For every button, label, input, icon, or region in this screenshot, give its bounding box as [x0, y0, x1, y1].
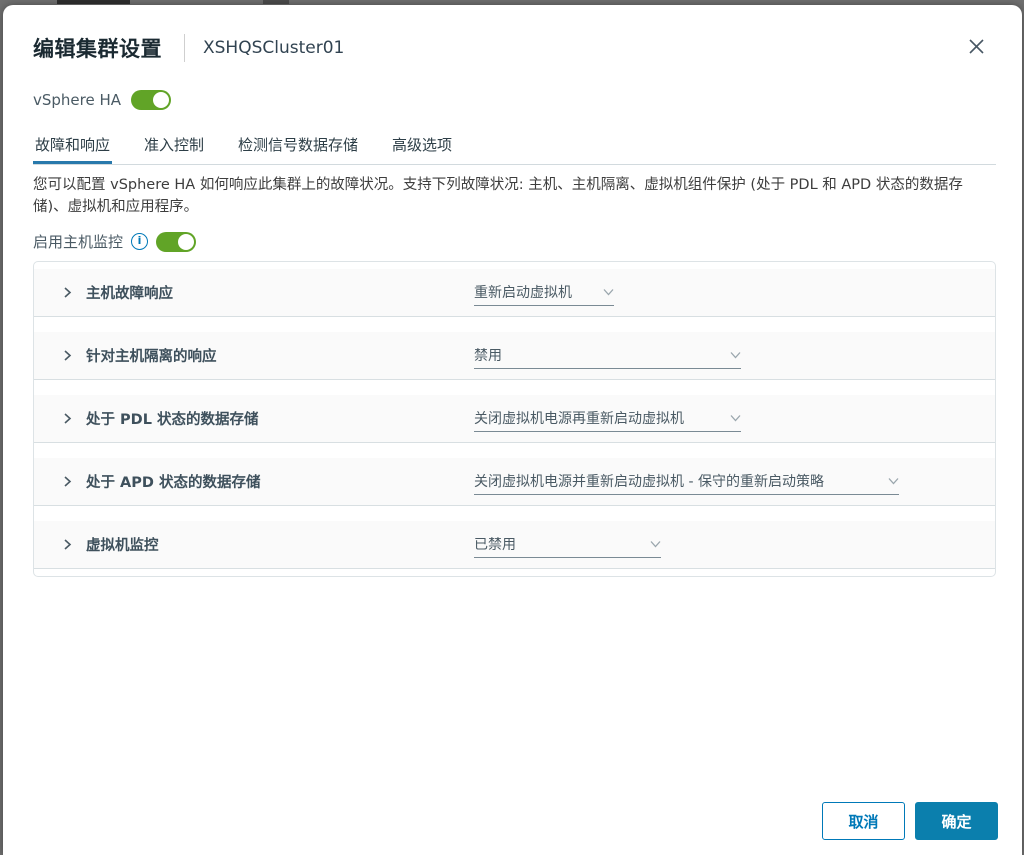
accordion-row-header[interactable]: 处于 PDL 状态的数据存储 [62, 408, 474, 429]
chevron-down-icon [595, 288, 614, 296]
chevron-right-icon[interactable] [62, 287, 73, 298]
accordion-row-select[interactable]: 已禁用 [474, 531, 661, 558]
accordion-row-header[interactable]: 处于 APD 状态的数据存储 [62, 471, 474, 492]
dialog-header: 编辑集群设置 XSHQSCluster01 [33, 33, 996, 63]
tab-failures-responses[interactable]: 故障和响应 [33, 130, 113, 164]
accordion-row-label: 虚拟机监控 [86, 538, 159, 554]
accordion-row-select[interactable]: 重新启动虚拟机 [474, 279, 614, 306]
tab-admission-control[interactable]: 准入控制 [142, 130, 206, 164]
accordion-row-label: 处于 PDL 状态的数据存储 [86, 412, 259, 428]
select-value: 重新启动虚拟机 [474, 285, 572, 301]
tab-heartbeat-datastores[interactable]: 检测信号数据存储 [236, 130, 360, 164]
chevron-down-icon [722, 351, 741, 359]
background-page-remnant [57, 0, 130, 4]
edit-cluster-settings-dialog: 编辑集群设置 XSHQSCluster01 vSphere HA 故障和响应 准… [3, 5, 1022, 855]
accordion-row-label: 针对主机隔离的响应 [86, 349, 217, 365]
host-monitoring-toggle[interactable] [156, 231, 197, 252]
accordion-row-header[interactable]: 针对主机隔离的响应 [62, 345, 474, 366]
accordion-row-select[interactable]: 关闭虚拟机电源并重新启动虚拟机 - 保守的重新启动策略 [474, 468, 899, 495]
accordion-row-select[interactable]: 关闭虚拟机电源再重新启动虚拟机 [474, 405, 741, 432]
chevron-right-icon[interactable] [62, 413, 73, 424]
close-icon[interactable] [964, 34, 988, 58]
background-page-remnant [263, 0, 289, 4]
tab-advanced-options[interactable]: 高级选项 [390, 130, 454, 164]
accordion-row[interactable]: 处于 PDL 状态的数据存储 关闭虚拟机电源再重新启动虚拟机 [34, 395, 995, 443]
cluster-name: XSHQSCluster01 [203, 38, 345, 58]
accordion-row[interactable]: 虚拟机监控 已禁用 [34, 521, 995, 569]
vsphere-ha-label: vSphere HA [33, 91, 122, 109]
tab-bar: 故障和响应 准入控制 检测信号数据存储 高级选项 [33, 130, 996, 165]
chevron-right-icon[interactable] [62, 539, 73, 550]
dialog-footer: 取消 确定 [822, 802, 998, 840]
select-value: 关闭虚拟机电源再重新启动虚拟机 [474, 411, 684, 427]
chevron-down-icon [722, 414, 741, 422]
title-divider [184, 34, 185, 62]
info-circle-icon[interactable]: i [131, 233, 149, 250]
ok-button[interactable]: 确定 [915, 802, 998, 840]
select-value: 关闭虚拟机电源并重新启动虚拟机 - 保守的重新启动策略 [474, 474, 824, 490]
tab-description: 您可以配置 vSphere HA 如何响应此集群上的故障状况。支持下列故障状况:… [33, 177, 963, 215]
select-value: 禁用 [474, 348, 502, 364]
accordion-row-header[interactable]: 主机故障响应 [62, 282, 474, 303]
cancel-button[interactable]: 取消 [822, 802, 905, 840]
host-monitoring-row: 启用主机监控 i [33, 231, 996, 252]
accordion-row[interactable]: 针对主机隔离的响应 禁用 [34, 332, 995, 380]
settings-accordion: 主机故障响应 重新启动虚拟机 针对主机隔离的响应 禁用 处于 PDL 状态的数据存储 关闭… [33, 261, 996, 577]
accordion-row-select[interactable]: 禁用 [474, 342, 741, 369]
vsphere-ha-toggle[interactable] [131, 90, 172, 110]
accordion-row[interactable]: 处于 APD 状态的数据存储 关闭虚拟机电源并重新启动虚拟机 - 保守的重新启动策… [34, 458, 995, 506]
host-monitoring-label: 启用主机监控 [33, 233, 124, 251]
chevron-right-icon[interactable] [62, 350, 73, 361]
accordion-row-header[interactable]: 虚拟机监控 [62, 534, 474, 555]
dialog-title: 编辑集群设置 [33, 37, 162, 61]
accordion-row-label: 处于 APD 状态的数据存储 [86, 475, 261, 491]
chevron-down-icon [642, 540, 661, 548]
chevron-down-icon [880, 477, 899, 485]
chevron-right-icon[interactable] [62, 476, 73, 487]
accordion-row-label: 主机故障响应 [86, 286, 173, 302]
select-value: 已禁用 [474, 537, 516, 553]
vsphere-ha-row: vSphere HA [33, 90, 996, 110]
accordion-row[interactable]: 主机故障响应 重新启动虚拟机 [34, 269, 995, 317]
